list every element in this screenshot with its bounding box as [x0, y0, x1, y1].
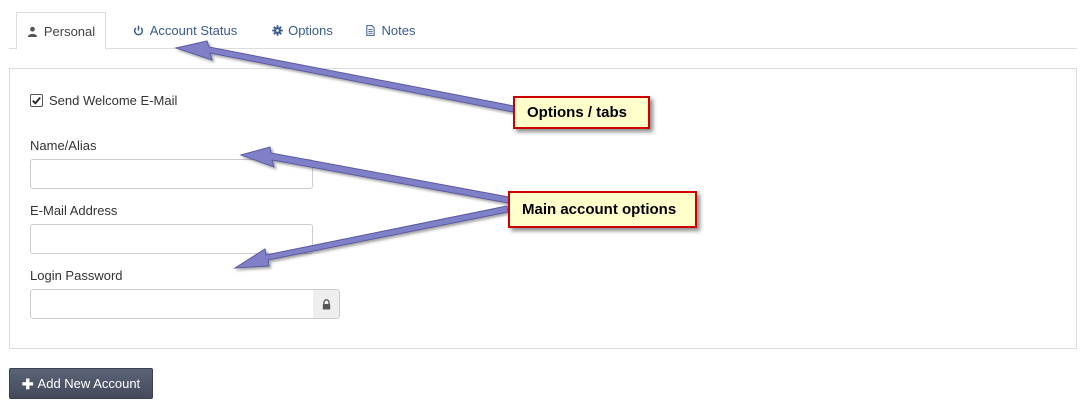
tab-account-status[interactable]: Account Status	[121, 12, 249, 49]
tab-notes-label: Notes	[381, 23, 416, 38]
main-options-callout-text: Main account options	[522, 201, 677, 218]
user-icon	[27, 25, 39, 37]
tab-personal-label: Personal	[43, 23, 96, 39]
lock-icon	[322, 298, 330, 309]
add-new-account-label: Add New Account	[37, 376, 141, 391]
name-alias-label: Name/Alias	[30, 138, 97, 153]
password-lock-addon	[313, 289, 340, 319]
login-password-input[interactable]	[30, 289, 314, 319]
checkmark-icon	[32, 96, 41, 105]
tabs-callout: Options / tabs	[513, 96, 650, 129]
plus-icon: ✚	[21, 375, 34, 392]
welcome-email-row: Send Welcome E-Mail	[30, 93, 177, 108]
main-options-callout: Main account options	[508, 191, 697, 228]
gear-icon	[271, 25, 283, 37]
send-welcome-email-label: Send Welcome E-Mail	[49, 93, 178, 108]
tabs-callout-text: Options / tabs	[527, 104, 628, 121]
tab-bar: Personal Account Status Options Notes	[9, 0, 1077, 50]
tab-personal[interactable]: Personal	[16, 12, 106, 50]
name-alias-input[interactable]	[30, 159, 313, 189]
add-new-account-button[interactable]: ✚ Add New Account	[9, 368, 153, 399]
email-address-label: E-Mail Address	[30, 203, 118, 218]
tab-account-status-label: Account Status	[149, 23, 238, 38]
email-address-input[interactable]	[30, 224, 313, 254]
tab-options-label: Options	[288, 23, 333, 38]
tab-notes[interactable]: Notes	[355, 12, 425, 49]
tab-options[interactable]: Options	[261, 12, 343, 49]
send-welcome-email-checkbox[interactable]	[30, 94, 43, 107]
login-password-label: Login Password	[30, 268, 123, 283]
power-icon	[133, 25, 145, 37]
document-icon	[365, 25, 377, 37]
